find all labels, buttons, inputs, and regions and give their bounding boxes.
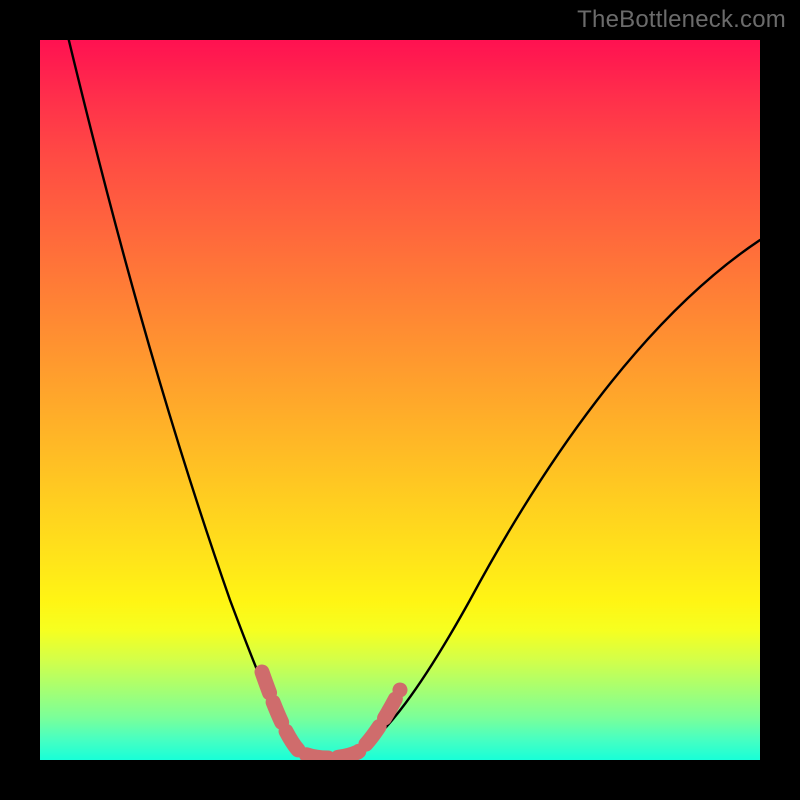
bottleneck-curve bbox=[69, 40, 760, 758]
chart-frame: TheBottleneck.com bbox=[0, 0, 800, 800]
highlight-segment bbox=[262, 672, 400, 758]
plot-area bbox=[40, 40, 760, 760]
curve-layer bbox=[40, 40, 760, 760]
watermark-text: TheBottleneck.com bbox=[577, 6, 786, 34]
